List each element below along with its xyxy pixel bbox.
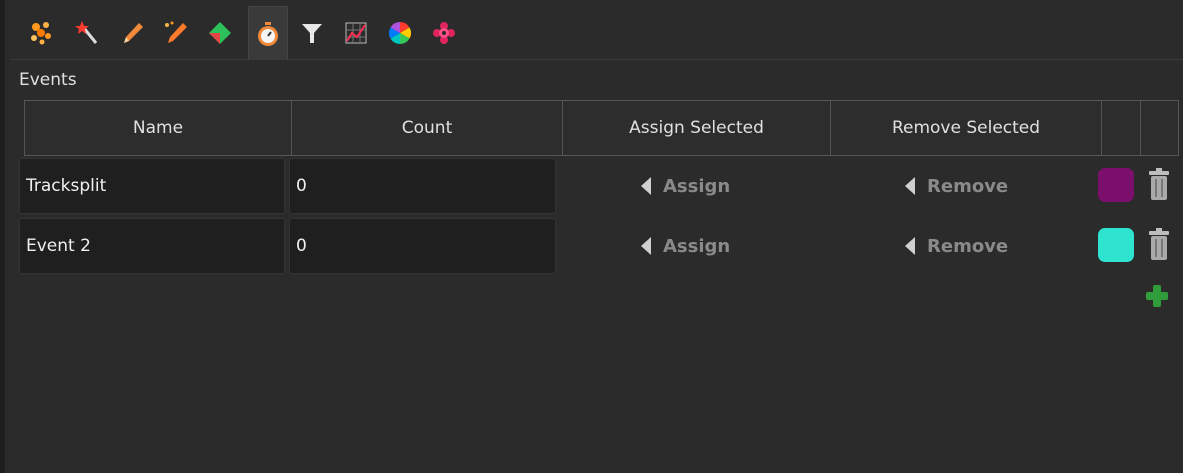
event-count-field[interactable]: 0 — [289, 218, 556, 274]
column-header-name[interactable]: Name — [25, 101, 292, 155]
event-color-swatch[interactable] — [1098, 228, 1134, 262]
event-color-swatch[interactable] — [1098, 168, 1134, 202]
toolbar-button-multi-pencil[interactable] — [156, 8, 196, 58]
assign-button-label: Assign — [663, 235, 731, 257]
trash-icon[interactable] — [1148, 228, 1170, 262]
toolbar — [10, 0, 1183, 60]
magic-wand-icon — [75, 21, 98, 44]
remove-button-label: Remove — [927, 175, 1009, 197]
arrow-left-icon — [641, 237, 651, 255]
arrow-left-icon — [641, 177, 651, 195]
toolbar-button-stopwatch[interactable] — [248, 6, 288, 60]
particles-icon — [31, 22, 51, 45]
column-header-count[interactable]: Count — [292, 101, 563, 155]
toolbar-button-chart[interactable] — [336, 8, 376, 58]
toolbar-button-gear-flower[interactable] — [424, 8, 464, 58]
add-event-icon[interactable] — [1145, 284, 1169, 308]
chart-icon — [345, 22, 367, 44]
multi-pencil-icon — [165, 21, 187, 43]
toolbar-button-pencil[interactable] — [112, 8, 152, 58]
arrow-left-icon — [905, 237, 915, 255]
tag-icon — [209, 22, 231, 44]
event-name-field[interactable]: Tracksplit — [19, 158, 285, 214]
trash-icon[interactable] — [1148, 168, 1170, 202]
assign-button-label: Assign — [663, 175, 731, 197]
assign-button[interactable]: Assign — [641, 158, 730, 214]
arrow-left-icon — [905, 177, 915, 195]
gear-flower-icon — [433, 22, 455, 44]
column-header-remove-selected[interactable]: Remove Selected — [831, 101, 1102, 155]
toolbar-button-color-wheel[interactable] — [380, 8, 420, 58]
toolbar-button-tag[interactable] — [200, 8, 240, 58]
toolbar-button-particles[interactable] — [22, 8, 62, 58]
pencil-icon — [124, 23, 143, 43]
event-name-field[interactable]: Event 2 — [19, 218, 285, 274]
filter-icon — [302, 24, 322, 43]
remove-button[interactable]: Remove — [905, 158, 1008, 214]
events-table-header: Name Count Assign Selected Remove Select… — [24, 100, 1179, 156]
assign-button[interactable]: Assign — [641, 218, 730, 274]
column-header-color — [1102, 101, 1141, 155]
events-panel-window: Events Name Count Assign Selected Remove… — [0, 0, 1183, 473]
toolbar-button-filter[interactable] — [292, 8, 332, 58]
toolbar-button-magic-wand[interactable] — [68, 8, 108, 58]
column-header-delete — [1141, 101, 1178, 155]
column-header-assign-selected[interactable]: Assign Selected — [563, 101, 831, 155]
stopwatch-icon — [258, 21, 278, 46]
section-title: Events — [19, 70, 77, 90]
color-wheel-icon — [389, 22, 411, 44]
remove-button[interactable]: Remove — [905, 218, 1008, 274]
remove-button-label: Remove — [927, 235, 1009, 257]
event-count-field[interactable]: 0 — [289, 158, 556, 214]
